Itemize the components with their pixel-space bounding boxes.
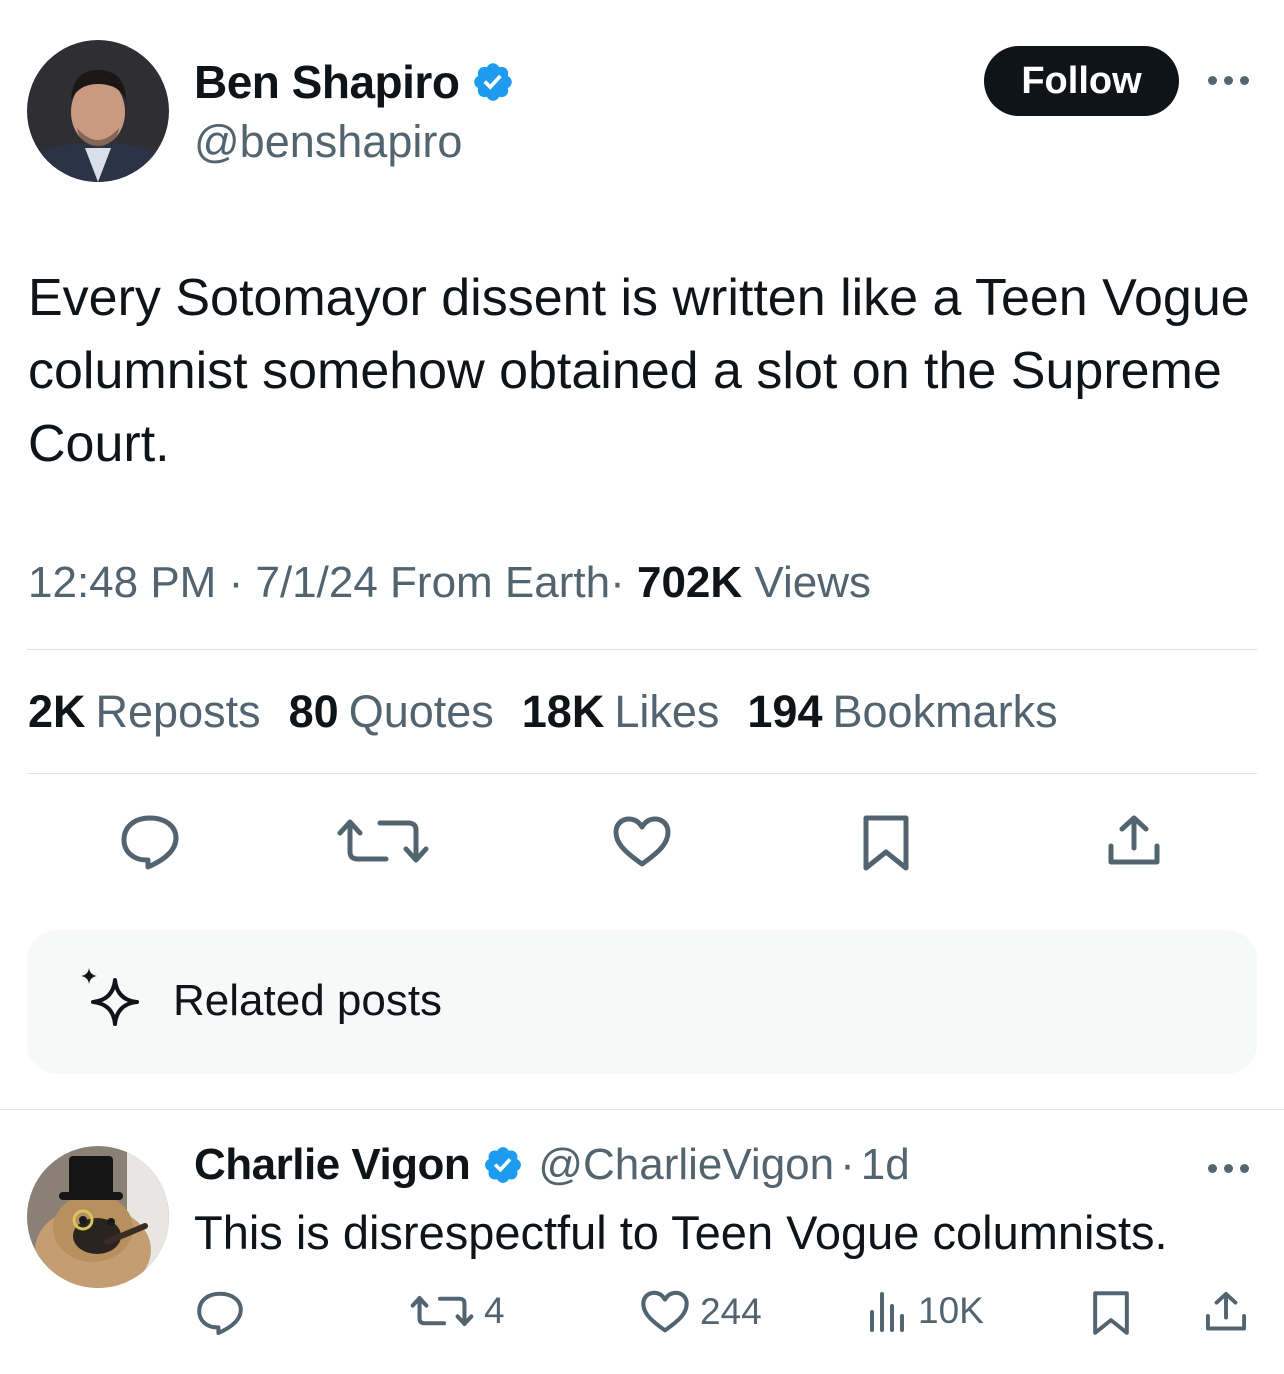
reply-icon[interactable] [120,814,180,870]
share-icon [1205,1291,1247,1331]
more-icon[interactable] [1208,1164,1249,1173]
reply-like-count: 244 [700,1291,762,1332]
tweet-location: From Earth [390,558,611,607]
retweet-icon[interactable] [336,816,430,866]
reply-retweet-count: 4 [484,1290,505,1331]
like-icon[interactable] [612,816,672,868]
reply-reply-button[interactable] [196,1290,244,1336]
views-icon [870,1292,904,1332]
tweet-meta: 12:48 PM · 7/1/24 From Earth· 702K Views [28,558,871,608]
tweet-text: Every Sotomayor dissent is written like … [28,269,1250,473]
verified-badge-icon [474,63,513,101]
meta-separator: · [610,558,625,607]
author-handle[interactable]: @benshapiro [194,116,462,168]
views-count: 702K [636,558,743,607]
reply-share-button[interactable] [1204,1290,1248,1334]
divider [27,773,1257,774]
reply-like-button[interactable]: 244 [640,1290,762,1334]
meta-separator: · [228,558,244,607]
section-separator [0,1109,1284,1110]
follow-button[interactable]: Follow [984,46,1179,116]
reply-separator: · [840,1140,855,1189]
stat-quotes[interactable]: 80 Quotes [289,686,494,738]
bookmark-icon [1093,1291,1129,1335]
reply-author-handle[interactable]: @CharlieVigon [538,1140,834,1190]
stat-bookmarks[interactable]: 194 Bookmarks [747,686,1057,738]
verified-badge-icon [485,1147,522,1183]
engagement-stats: 2K Reposts 80 Quotes 18K Likes 194 Bookmarks [28,686,1058,738]
sparkle-icon [81,968,139,1026]
like-icon [641,1290,689,1333]
views-label: Views [754,558,871,607]
share-icon[interactable] [1106,814,1162,868]
related-posts-label: Related posts [173,976,443,1025]
reply-author-name[interactable]: Charlie Vigon [194,1140,471,1190]
reply-text: This is disrespectful to Teen Vogue colu… [194,1206,1168,1259]
reply-bookmark-button[interactable] [1092,1290,1130,1336]
reply-age[interactable]: 1d [861,1140,910,1190]
author-avatar[interactable] [27,40,169,182]
reply-author-avatar[interactable] [27,1146,169,1288]
reply-views-button[interactable]: 10K [868,1290,984,1332]
reply-retweet-button[interactable]: 4 [410,1290,505,1332]
retweet-icon [410,1296,474,1326]
stat-reposts[interactable]: 2K Reposts [28,686,261,738]
tweet-date[interactable]: 7/1/24 [255,558,377,607]
bookmark-icon[interactable] [862,814,910,872]
related-posts-card[interactable]: Related posts [27,930,1257,1074]
more-icon[interactable] [1208,76,1249,85]
divider [27,649,1257,650]
reply-views-count: 10K [918,1290,984,1331]
author-name[interactable]: Ben Shapiro [194,55,460,109]
reply-icon [197,1291,243,1335]
stat-likes[interactable]: 18K Likes [522,686,720,738]
tweet-time[interactable]: 12:48 PM [28,558,216,607]
